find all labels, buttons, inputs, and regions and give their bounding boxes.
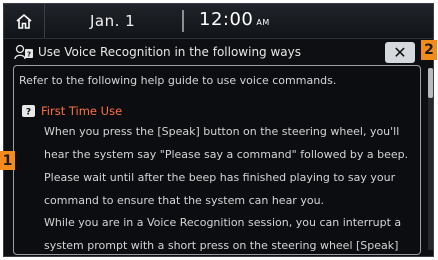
status-bar: Jan. 1 12:00 AM — [4, 4, 433, 39]
intro-text: Refer to the following help guide to use… — [19, 74, 337, 87]
svg-text:?: ? — [27, 51, 31, 59]
session-text: While you are in a Voice Recognition ses… — [44, 216, 402, 252]
scrollbar[interactable] — [428, 68, 433, 250]
status-separator — [182, 10, 184, 32]
home-icon — [16, 13, 32, 29]
section-title: First Time Use — [41, 104, 123, 118]
scrollbar-thumb[interactable] — [428, 68, 433, 98]
close-button[interactable]: ✕ — [385, 42, 415, 63]
section-heading: ? First Time Use — [22, 104, 122, 118]
close-icon: ✕ — [393, 42, 407, 62]
svg-text:?: ? — [26, 108, 31, 118]
voice-help-icon: ? — [14, 44, 33, 60]
callout-label-1: 1 — [0, 151, 15, 170]
callout-label-2: 2 — [421, 40, 437, 60]
help-content-panel[interactable]: Refer to the following help guide to use… — [13, 65, 421, 255]
help-badge-icon: ? — [22, 105, 35, 117]
date-display: Jan. 1 — [90, 12, 136, 30]
help-title-bar: ? Use Voice Recognition in the following… — [4, 40, 433, 64]
clock-display: 12:00 AM — [199, 9, 270, 30]
help-title: Use Voice Recognition in the following w… — [38, 45, 302, 59]
home-button[interactable] — [4, 4, 45, 38]
infotainment-screen: Jan. 1 12:00 AM ? Use Voice Recognition i… — [3, 3, 434, 257]
clock-ampm: AM — [256, 18, 270, 27]
clock-time: 12:00 — [199, 9, 254, 30]
first-time-text: When you press the [Speak] button on the… — [44, 125, 409, 207]
